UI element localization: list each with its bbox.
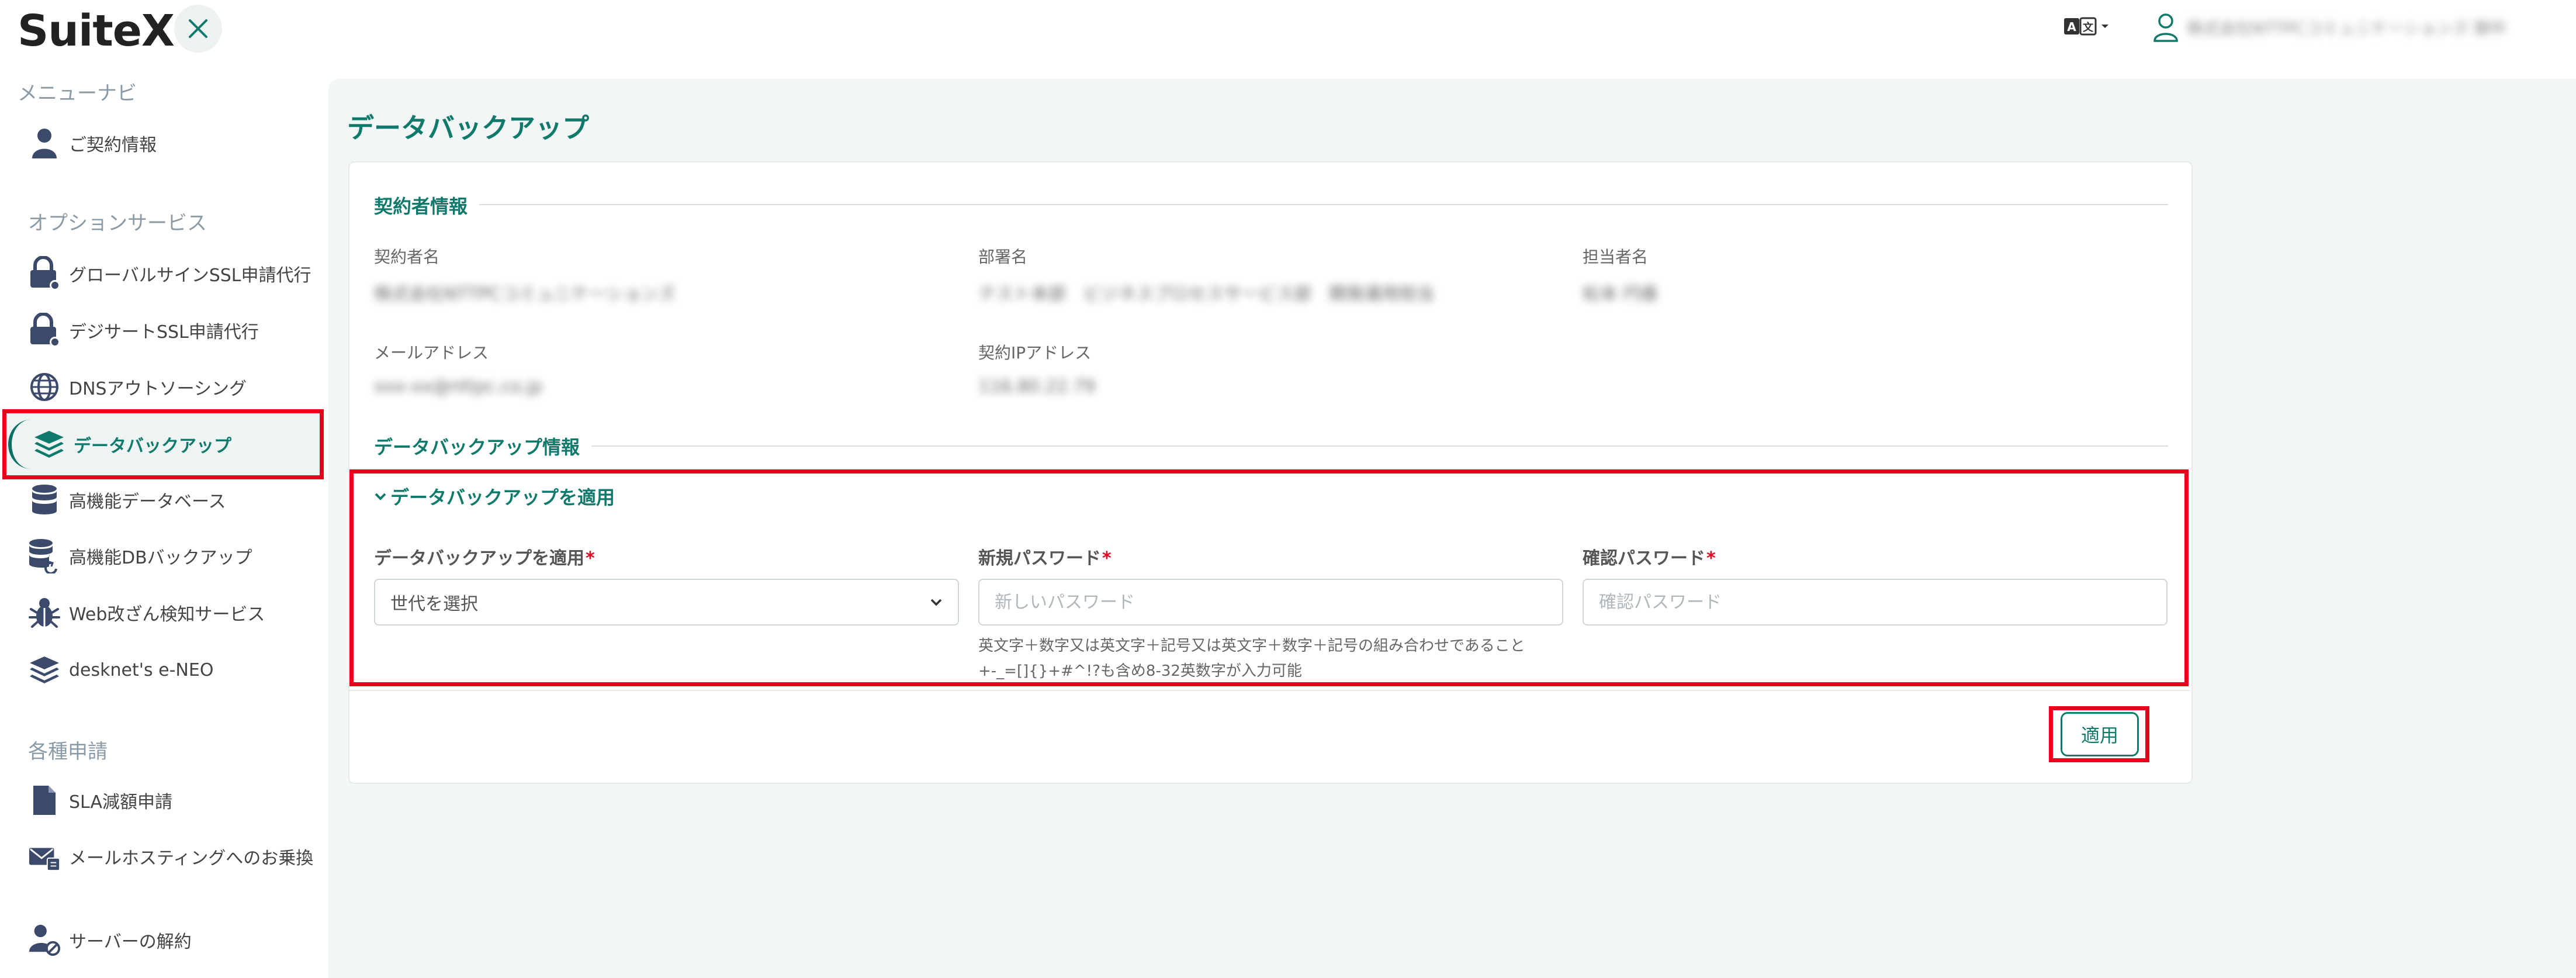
document-icon: [28, 784, 61, 817]
backup-accordion-toggle[interactable]: データバックアップを適用: [374, 483, 615, 510]
sidebar-item-label: Web改ざん検知サービス: [69, 604, 265, 625]
confirm-password-input[interactable]: [1583, 579, 2168, 625]
sidebar-item-cancel-server[interactable]: サーバーの解約: [28, 922, 192, 958]
sidebar-highlight-box: [2, 409, 324, 479]
email-label: メールアドレス: [374, 343, 489, 362]
required-mark: *: [1102, 548, 1112, 569]
generation-select[interactable]: 世代を選択: [374, 579, 959, 625]
sidebar-item-dns-outsourcing[interactable]: DNSアウトソーシング: [28, 369, 247, 405]
department-value: テスト本部 ビジネスプロセスサービス部 開発運用担当: [978, 284, 1434, 305]
contractor-name-value: 株式会社NTTPCコミュニケーションズ: [374, 284, 676, 305]
person-value: 松本 円香: [1583, 284, 1659, 305]
user-name: 株式会社NTTPCコミュニケーションズ 御中: [2187, 19, 2506, 38]
sidebar-item-label: グローバルサインSSL申請代行: [69, 265, 311, 286]
apply-backup-label-text: データバックアップを適用: [374, 548, 584, 569]
sidebar-item-globalsign-ssl[interactable]: グローバルサインSSL申請代行: [28, 256, 311, 291]
user-menu[interactable]: 株式会社NTTPCコミュニケーションズ 御中: [2153, 13, 2506, 42]
lock-gear-icon: [28, 256, 61, 291]
sidebar-item-contract[interactable]: ご契約情報: [28, 126, 157, 161]
department-label: 部署名: [978, 247, 1028, 267]
sidebar-item-digicert-ssl[interactable]: デジサートSSL申請代行: [28, 313, 259, 348]
ip-value: 116.80.22.79: [978, 376, 1096, 397]
svg-text:A: A: [2067, 20, 2076, 34]
database-backup-icon: [28, 539, 61, 573]
option-service-title: オプションサービス: [28, 212, 207, 235]
close-icon: [189, 19, 207, 38]
confirm-password-label-text: 確認パスワード: [1583, 548, 1705, 569]
email-value: xxx-xx@nttpc.co.jp: [374, 376, 543, 397]
language-switch-button[interactable]: A 文: [2064, 16, 2110, 36]
sidebar-item-label: メールホスティングへのお乗換: [69, 848, 314, 869]
close-sidebar-button[interactable]: [174, 5, 222, 53]
apply-backup-label: データバックアップを適用*: [374, 544, 595, 569]
sidebar-item-web-tamper[interactable]: Web改ざん検知サービス: [28, 595, 265, 630]
translate-icon: A 文: [2064, 17, 2097, 36]
backup-section-title: データバックアップ情報: [374, 433, 592, 459]
new-password-label-text: 新規パスワード: [978, 548, 1101, 569]
sidebar-item-label: サーバーの解約: [69, 932, 192, 952]
bug-icon: [28, 596, 61, 629]
person-label: 担当者名: [1583, 247, 1649, 267]
sidebar-item-mail-hosting[interactable]: メールホスティングへのお乗換: [28, 839, 313, 874]
user-icon: [2153, 13, 2178, 42]
page-title: データバックアップ: [347, 112, 589, 144]
select-value: 世代を選択: [390, 594, 478, 614]
menu-nav-title: メニューナビ: [18, 82, 137, 105]
layers-icon: [28, 654, 61, 686]
sidebar-item-label: desknet's e-NEO: [69, 659, 214, 680]
password-hint-line1: 英文字＋数字又は英文字＋記号又は英文字＋数字＋記号の組み合わせであること: [978, 637, 1525, 655]
suitex-logo: SuiteX: [18, 6, 175, 56]
apply-button[interactable]: 適用: [2061, 712, 2139, 756]
mail-transfer-icon: [28, 840, 61, 873]
section-divider: [386, 204, 2168, 205]
svg-text:文: 文: [2083, 21, 2094, 34]
caret-down-icon: [2101, 25, 2108, 28]
contractor-name-label: 契約者名: [374, 247, 440, 267]
required-mark: *: [586, 548, 595, 569]
sidebar-item-sla-request[interactable]: SLA減額申請: [28, 783, 172, 818]
new-password-label: 新規パスワード*: [978, 544, 1112, 569]
sidebar-item-label: デジサートSSL申請代行: [69, 322, 259, 343]
accordion-label: データバックアップを適用: [390, 486, 615, 509]
lock-gear-icon: [28, 313, 61, 347]
sidebar-item-label: SLA減額申請: [69, 792, 172, 813]
chevron-down-icon: [375, 493, 386, 500]
contractor-section-title: 契約者情報: [374, 192, 480, 219]
chevron-down-icon: [930, 599, 942, 606]
new-password-input[interactable]: [978, 579, 1563, 625]
card-footer-divider: [349, 690, 2190, 691]
person-icon: [28, 127, 61, 160]
sidebar-item-high-db-backup[interactable]: 高機能DBバックアップ: [28, 538, 252, 573]
sidebar-item-label: 高機能DBバックアップ: [69, 548, 252, 568]
sidebar-item-label: DNSアウトソーシング: [69, 379, 247, 399]
database-icon: [28, 483, 61, 516]
user-cancel-icon: [28, 924, 61, 956]
sidebar-item-label: 高機能データベース: [69, 492, 226, 512]
confirm-password-label: 確認パスワード*: [1583, 544, 1716, 569]
applications-title: 各種申請: [28, 740, 108, 763]
sidebar-item-high-db[interactable]: 高機能データベース: [28, 482, 226, 517]
section-divider: [386, 445, 2168, 447]
ip-label: 契約IPアドレス: [978, 343, 1092, 362]
password-hint-line2: +-_=[]{}+#^!?も含め8-32英数字が入力可能: [978, 662, 1302, 680]
required-mark: *: [1706, 548, 1716, 569]
sidebar-item-label: ご契約情報: [69, 135, 157, 155]
sidebar-item-desknets[interactable]: desknet's e-NEO: [28, 652, 213, 687]
globe-icon: [28, 371, 61, 403]
